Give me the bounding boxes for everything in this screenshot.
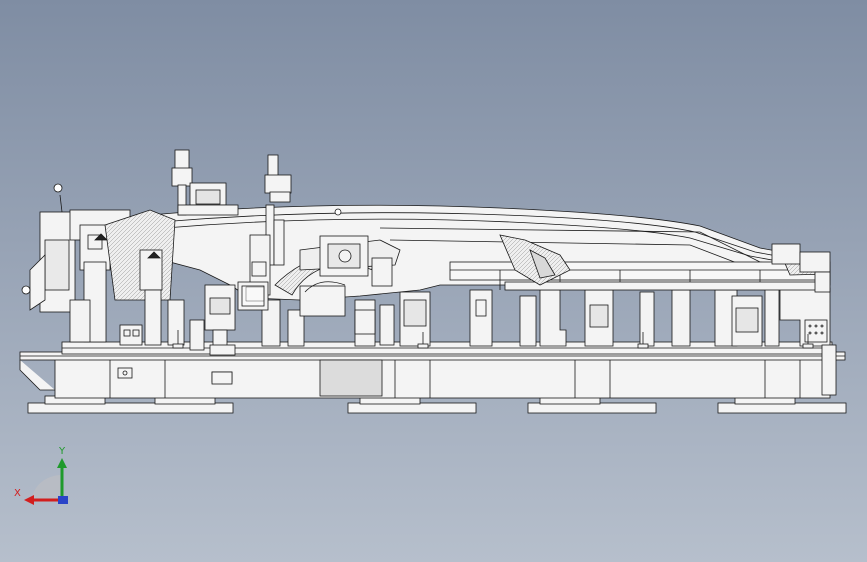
base-foot-plates xyxy=(27,395,847,414)
coordinate-triad: Y X xyxy=(14,446,68,505)
main-base-beam xyxy=(19,351,846,399)
x-axis-head-icon xyxy=(24,495,34,505)
clamp-tower-1 xyxy=(171,149,239,216)
triad-plane-icon xyxy=(32,475,60,500)
cad-viewport[interactable]: Y X xyxy=(0,0,867,562)
y-axis-label: Y xyxy=(58,446,66,457)
x-axis-label: X xyxy=(14,488,21,499)
z-axis-origin-icon xyxy=(58,496,68,504)
fixture-assembly-drawing: Y X xyxy=(14,149,847,505)
y-axis-head-icon xyxy=(57,458,67,468)
left-end-clamp-unit xyxy=(21,183,176,346)
